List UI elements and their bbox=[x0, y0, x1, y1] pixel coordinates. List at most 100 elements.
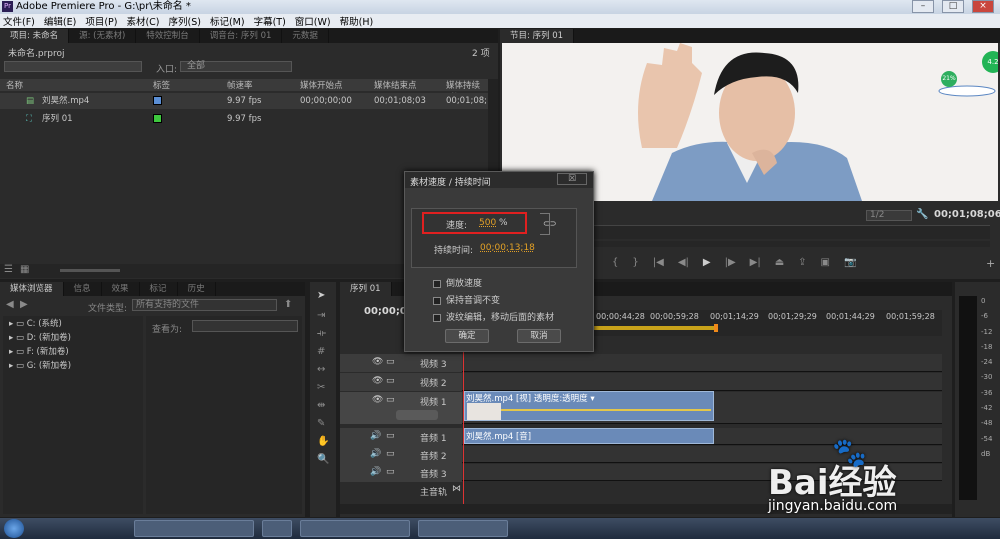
menu-window[interactable]: 窗口(W) bbox=[295, 14, 331, 28]
go-to-in-icon[interactable]: |◀ bbox=[653, 257, 664, 271]
list-view-icon[interactable]: ☰ bbox=[4, 264, 13, 275]
eye-icon[interactable]: 👁 bbox=[372, 395, 383, 405]
lock-icon[interactable]: ▭ bbox=[386, 376, 395, 386]
keyframe-navigator[interactable] bbox=[396, 410, 438, 420]
menu-edit[interactable]: 编辑(E) bbox=[44, 14, 76, 28]
tab-effects[interactable]: 效果 bbox=[102, 282, 140, 296]
step-forward-icon[interactable]: |▶ bbox=[725, 257, 736, 271]
table-row[interactable]: ▤ 刘昊然.mp4 9.97 fps 00;00;00;00 00;01;08;… bbox=[0, 93, 488, 109]
label-swatch[interactable] bbox=[153, 114, 162, 123]
mark-in-icon[interactable]: { bbox=[612, 257, 618, 271]
lock-icon[interactable]: ▭ bbox=[386, 449, 395, 459]
tab-effect-controls[interactable]: 特效控制台 bbox=[136, 29, 200, 43]
menu-marker[interactable]: 标记(M) bbox=[210, 14, 245, 28]
ripple-edit-option[interactable]: 波纹编辑，移动后面的素材 bbox=[433, 310, 554, 323]
rate-stretch-icon[interactable]: ↔ bbox=[317, 364, 325, 375]
taskbar-item[interactable] bbox=[418, 520, 508, 537]
program-time-ruler[interactable] bbox=[594, 225, 990, 239]
col-media-end[interactable]: 媒体结束点 bbox=[374, 79, 417, 91]
col-fps[interactable]: 帧速率 bbox=[227, 79, 253, 91]
expand-arrow-icon[interactable]: ▸ bbox=[9, 361, 13, 371]
work-area-end-handle[interactable] bbox=[714, 324, 718, 332]
minimize-button[interactable]: – bbox=[912, 0, 934, 13]
hand-icon[interactable]: ✋ bbox=[317, 436, 329, 447]
lock-icon[interactable]: ▭ bbox=[386, 395, 395, 405]
menu-help[interactable]: 帮助(H) bbox=[340, 14, 374, 28]
extract-icon[interactable]: ⇪ bbox=[798, 257, 806, 271]
slip-icon[interactable]: ⇹ bbox=[317, 400, 325, 411]
maximize-button[interactable]: □ bbox=[942, 0, 964, 13]
tab-media-browser[interactable]: 媒体浏览器 bbox=[0, 282, 64, 296]
selection-tool-icon[interactable]: ➤ bbox=[317, 290, 325, 301]
search-input[interactable] bbox=[4, 61, 142, 72]
chain-link-icon[interactable]: ⊂⊃ bbox=[543, 219, 556, 228]
taskbar-item[interactable] bbox=[134, 520, 254, 537]
rolling-edit-icon[interactable]: # bbox=[317, 346, 325, 357]
start-button-icon[interactable] bbox=[4, 519, 24, 538]
cancel-button[interactable]: 取消 bbox=[517, 329, 561, 343]
back-arrow-icon[interactable]: ◀ bbox=[6, 299, 14, 310]
step-back-icon[interactable]: ◀| bbox=[678, 257, 689, 271]
expand-arrow-icon[interactable]: ▸ bbox=[9, 347, 13, 357]
export-frame-icon[interactable]: ▣ bbox=[821, 257, 830, 271]
camera-icon[interactable]: 📷 bbox=[844, 257, 856, 271]
expand-arrow-icon[interactable]: ▸ bbox=[9, 333, 13, 343]
list-item[interactable]: ▸ ▭ G: (新加卷) bbox=[3, 358, 143, 374]
program-zoom-bar[interactable] bbox=[594, 241, 990, 247]
tab-history[interactable]: 历史 bbox=[178, 282, 216, 296]
lock-icon[interactable]: ▭ bbox=[386, 431, 395, 441]
program-timecode[interactable]: 00;01;08;06 bbox=[934, 209, 1000, 220]
ok-button[interactable]: 确定 bbox=[445, 329, 489, 343]
taskbar-item[interactable] bbox=[262, 520, 292, 537]
reverse-speed-option[interactable]: 倒放速度 bbox=[433, 276, 482, 289]
lock-icon[interactable]: ▭ bbox=[386, 357, 395, 367]
speaker-icon[interactable]: 🔊 bbox=[370, 431, 381, 441]
track-select-icon[interactable]: ⇥ bbox=[317, 310, 325, 321]
tab-audio-mixer[interactable]: 调音台: 序列 01 bbox=[200, 29, 283, 43]
audio-clip[interactable]: 刘昊然.mp4 [音] bbox=[464, 428, 714, 444]
opacity-line[interactable] bbox=[501, 409, 711, 411]
maintain-pitch-option[interactable]: 保持音调不变 bbox=[433, 293, 500, 306]
ripple-edit-checkbox[interactable] bbox=[433, 313, 441, 322]
lock-icon[interactable]: ▭ bbox=[386, 467, 395, 477]
maintain-pitch-checkbox[interactable] bbox=[433, 296, 441, 305]
razor-icon[interactable]: ✂ bbox=[317, 382, 325, 393]
table-row[interactable]: ⛶ 序列 01 9.97 fps bbox=[0, 111, 488, 127]
tab-project[interactable]: 项目: 未命名 bbox=[0, 29, 70, 43]
menu-clip[interactable]: 素材(C) bbox=[126, 14, 159, 28]
filetype-select[interactable]: 所有支持的文件 bbox=[132, 299, 277, 311]
menu-sequence[interactable]: 序列(S) bbox=[169, 14, 201, 28]
speaker-icon[interactable]: 🔊 bbox=[370, 467, 381, 477]
tab-sequence[interactable]: 序列 01 bbox=[340, 282, 392, 296]
entry-select[interactable]: 全部 bbox=[180, 61, 292, 72]
zoom-icon[interactable]: 🔍 bbox=[317, 454, 329, 465]
label-swatch[interactable] bbox=[153, 96, 162, 105]
dialog-close-icon[interactable]: ☒ bbox=[557, 173, 587, 185]
col-label[interactable]: 标签 bbox=[153, 79, 170, 91]
icon-view-icon[interactable]: ▦ bbox=[20, 264, 29, 275]
expand-arrow-icon[interactable]: ▸ bbox=[9, 319, 13, 329]
duration-value[interactable]: 00;00;13;18 bbox=[480, 243, 535, 253]
tab-source[interactable]: 源: (无素材) bbox=[69, 29, 137, 43]
reverse-speed-checkbox[interactable] bbox=[433, 279, 441, 288]
mark-out-icon[interactable]: } bbox=[632, 257, 638, 271]
col-media-start[interactable]: 媒体开始点 bbox=[300, 79, 343, 91]
track-video-2[interactable] bbox=[462, 373, 942, 391]
lift-icon[interactable]: ⏏ bbox=[775, 257, 784, 271]
track-video-3[interactable] bbox=[462, 354, 942, 372]
play-icon[interactable]: ▶ bbox=[703, 257, 711, 271]
view-as-select[interactable] bbox=[192, 320, 298, 332]
ripple-edit-icon[interactable]: ⟛ bbox=[317, 328, 326, 339]
pen-icon[interactable]: ✎ bbox=[317, 418, 325, 429]
speed-value[interactable]: 500 bbox=[479, 218, 496, 228]
eye-icon[interactable]: 👁 bbox=[372, 376, 383, 386]
up-arrow-icon[interactable]: ⬆ bbox=[284, 299, 292, 310]
add-button-icon[interactable]: + bbox=[986, 257, 995, 270]
taskbar-item[interactable] bbox=[300, 520, 410, 537]
menu-file[interactable]: 文件(F) bbox=[3, 14, 35, 28]
forward-arrow-icon[interactable]: ▶ bbox=[20, 299, 28, 310]
zoom-slider[interactable] bbox=[60, 269, 120, 272]
wrench-icon[interactable]: 🔧 bbox=[916, 209, 928, 220]
eye-icon[interactable]: 👁 bbox=[372, 357, 383, 367]
master-arrow-icon[interactable]: ⋈ bbox=[452, 484, 461, 494]
